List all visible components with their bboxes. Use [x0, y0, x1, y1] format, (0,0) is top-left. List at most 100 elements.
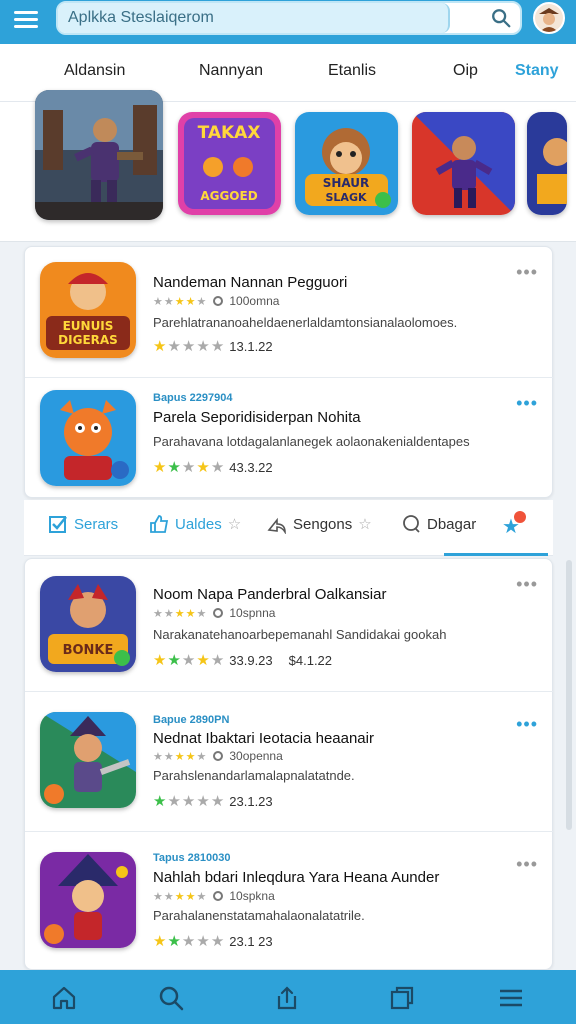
- featured-game-5[interactable]: [527, 112, 567, 215]
- rating-row: ★★★★★ 33.9.23 $4.1.22: [153, 651, 332, 669]
- app-tag: Bapus 2297904: [153, 392, 233, 404]
- featured-game-2[interactable]: TAKAX AGGOED: [178, 112, 281, 215]
- rating-row: ★★★★★ 23.1.23: [153, 792, 273, 810]
- more-options-icon[interactable]: •••: [516, 854, 538, 875]
- clock-icon: [213, 296, 224, 306]
- app-tag: Tapus 2810030: [153, 852, 231, 864]
- app-title: Nahlah bdari Inleqdura Yara Heana Aunder: [153, 869, 440, 886]
- home-icon[interactable]: [50, 984, 78, 1012]
- small-rating-stars: ★★★★★: [153, 607, 208, 620]
- checkbox-icon: [49, 516, 67, 533]
- tab-nannyan[interactable]: Nannyan: [199, 62, 263, 80]
- more-options-icon[interactable]: •••: [516, 393, 538, 414]
- app-description: Parahavana lotdagalanlanegek aolaonakeni…: [153, 434, 470, 449]
- game-puzzle-art: TAKAX AGGOED: [178, 112, 281, 215]
- scrollbar[interactable]: [566, 560, 572, 830]
- list-item[interactable]: Bapue 2890PN Nednat Ibaktari Ieotacia he…: [25, 692, 554, 830]
- hamburger-menu-icon[interactable]: [14, 11, 38, 31]
- search-input[interactable]: [58, 3, 450, 33]
- game-icon: BONKE: [40, 576, 136, 672]
- rating-row: ★★★★★ 43.3.22: [153, 458, 273, 476]
- library-icon[interactable]: [388, 984, 416, 1012]
- game-monkey-art: SHAUR SLAGK: [295, 112, 398, 215]
- game-icon: [40, 852, 136, 948]
- download-count: 10spnna: [229, 606, 276, 620]
- rating-stars: ★★★★★: [153, 652, 226, 669]
- svg-text:BONKE: BONKE: [63, 643, 114, 658]
- game-hero-art: [412, 112, 515, 215]
- app-description: Parahalanenstatamahalaonalatatrile.: [153, 908, 365, 923]
- featured-game-1[interactable]: [35, 90, 163, 220]
- app-list-card-2: BONKE Noom Napa Panderbral Oalkansiar ★★…: [24, 558, 554, 970]
- app-meta: ★★★★★ 30openna: [153, 749, 283, 763]
- rating-secondary: $4.1.22: [288, 652, 333, 668]
- star-outline-icon: ☆: [358, 516, 372, 533]
- action-label: Dbagar: [427, 515, 477, 533]
- action-sengons[interactable]: Sengons ☆: [267, 514, 372, 534]
- app-meta: ★★★★★ 100omna: [153, 294, 279, 308]
- list-item[interactable]: BONKE Noom Napa Panderbral Oalkansiar ★★…: [25, 559, 554, 695]
- game-warrior-art: [35, 90, 163, 220]
- featured-game-4[interactable]: [412, 112, 515, 215]
- search-bar[interactable]: [56, 1, 522, 35]
- app-tag: Bapue 2890PN: [153, 714, 230, 726]
- search-nav-icon[interactable]: [157, 984, 185, 1012]
- avatar[interactable]: [533, 2, 565, 34]
- thumbs-up-icon: [150, 515, 169, 533]
- app-title: Nednat Ibaktari Ieotacia heaanair: [153, 730, 374, 747]
- svg-text:DIGERAS: DIGERAS: [58, 333, 118, 347]
- rating-value: 43.3.22: [229, 459, 273, 475]
- rating-stars: ★★★★★: [153, 793, 226, 810]
- upload-share-icon[interactable]: [273, 984, 301, 1012]
- download-count: 10spkna: [229, 889, 275, 903]
- favorite-star-icon[interactable]: ★: [502, 511, 526, 539]
- rating-value: 33.9.23: [229, 652, 273, 668]
- action-serars[interactable]: Serars: [48, 514, 118, 534]
- app-meta: ★★★★★ 10spkna: [153, 889, 275, 903]
- rating-stars: ★★★★★: [153, 338, 226, 355]
- app-icon: EUNUIS DIGERAS: [40, 262, 136, 358]
- svg-text:TAKAX: TAKAX: [198, 123, 261, 143]
- notification-badge: [514, 511, 526, 523]
- list-item[interactable]: Tapus 2810030 Nahlah bdari Inleqdura Yar…: [25, 832, 554, 970]
- clock-icon: [213, 751, 224, 761]
- game-partial-art: [527, 112, 567, 215]
- small-rating-stars: ★★★★★: [153, 890, 208, 903]
- rating-row: ★★★★★ 23.1 23: [153, 932, 273, 950]
- rating-row: ★★★★★ 13.1.22: [153, 337, 273, 355]
- more-options-icon[interactable]: •••: [516, 714, 538, 735]
- app-description: Parehlatrananoaheldaenerlaldamtonsianala…: [153, 315, 458, 330]
- svg-text:AGGOED: AGGOED: [200, 189, 257, 203]
- app-icon: [40, 712, 136, 808]
- featured-game-3[interactable]: SHAUR SLAGK: [295, 112, 398, 215]
- clock-icon: [213, 608, 224, 618]
- action-dbagar[interactable]: Dbagar: [401, 514, 476, 534]
- bottom-navigation: [0, 970, 576, 1024]
- action-bar: Serars Ualdes ☆ Sengons ☆ Dbagar ★: [24, 500, 553, 556]
- app-description: Narakanatehanoarbepemanahl Sandidakai go…: [153, 627, 447, 642]
- tab-stany[interactable]: Stany: [515, 62, 559, 80]
- tab-oip[interactable]: Oip: [453, 62, 478, 80]
- menu-nav-icon[interactable]: [497, 984, 525, 1012]
- svg-text:EUNUIS: EUNUIS: [63, 319, 114, 333]
- action-label: Sengons: [293, 515, 353, 533]
- svg-text:SLAGK: SLAGK: [326, 191, 367, 204]
- featured-carousel: TAKAX AGGOED SHAUR SLAGK: [0, 90, 576, 242]
- tab-aldansin[interactable]: Aldansin: [64, 62, 125, 80]
- clock-icon: [213, 891, 224, 901]
- app-icon: BONKE: [40, 576, 136, 672]
- game-icon: [40, 712, 136, 808]
- rating-value: 23.1.23: [229, 793, 273, 809]
- list-item[interactable]: Bapus 2297904 Parela Seporidisiderpan No…: [25, 378, 554, 498]
- search-icon[interactable]: [490, 7, 512, 29]
- download-count: 30openna: [229, 749, 283, 763]
- app-icon: [40, 852, 136, 948]
- tab-etanlis[interactable]: Etanlis: [328, 62, 376, 80]
- more-options-icon[interactable]: •••: [516, 262, 538, 283]
- game-icon: EUNUIS DIGERAS: [40, 262, 136, 358]
- app-title: Noom Napa Panderbral Oalkansiar: [153, 586, 387, 603]
- app-meta: ★★★★★ 10spnna: [153, 606, 275, 620]
- action-ualdes[interactable]: Ualdes ☆: [149, 514, 241, 534]
- list-item[interactable]: EUNUIS DIGERAS Nandeman Nannan Pegguori …: [25, 247, 554, 383]
- more-options-icon[interactable]: •••: [516, 574, 538, 595]
